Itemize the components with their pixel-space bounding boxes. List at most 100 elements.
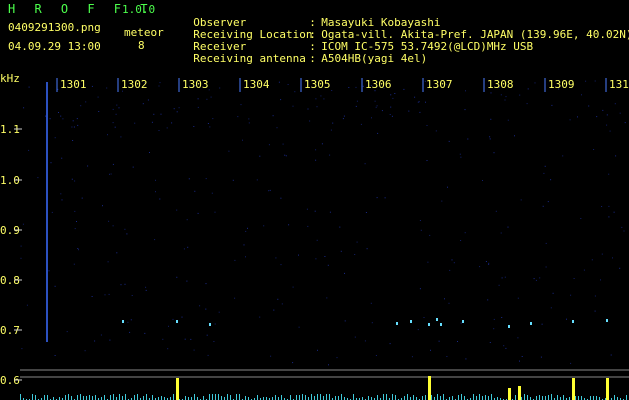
noise-dot — [76, 118, 78, 120]
noise-dot — [500, 232, 502, 234]
time-tick-label: 1308 — [487, 78, 514, 91]
power-bar — [95, 395, 96, 400]
noise-dot — [26, 304, 28, 306]
noise-dot — [315, 149, 317, 151]
noise-dot — [102, 205, 103, 207]
noise-dot — [80, 105, 82, 107]
noise-dot — [390, 94, 392, 96]
noise-dot — [49, 118, 51, 120]
noise-dot — [465, 358, 467, 360]
power-bar — [326, 394, 327, 400]
noise-dot — [248, 118, 250, 120]
noise-dot — [116, 252, 118, 254]
meteor-echo — [530, 322, 532, 325]
power-bar — [476, 396, 477, 400]
power-bar — [320, 394, 321, 400]
noise-dot — [162, 338, 164, 340]
noise-dot — [307, 108, 309, 110]
noise-dot — [120, 136, 122, 138]
noise-dot — [237, 116, 239, 118]
noise-dot — [60, 115, 62, 117]
power-bar — [80, 394, 81, 400]
noise-dot — [438, 340, 440, 342]
power-bar — [590, 396, 591, 400]
noise-dot — [315, 159, 317, 161]
noise-dot — [284, 154, 286, 156]
noise-dot — [489, 138, 491, 140]
noise-dot — [184, 338, 186, 340]
power-bar — [227, 394, 228, 400]
noise-dot — [487, 299, 489, 301]
noise-dot — [245, 256, 246, 258]
noise-dot — [159, 82, 161, 84]
power-bar — [329, 394, 330, 400]
power-bar — [218, 394, 219, 400]
file-name: 0409291300.png — [8, 21, 101, 34]
power-bar — [161, 396, 162, 400]
power-bar — [281, 395, 282, 400]
noise-dot — [504, 99, 506, 101]
noise-dot — [132, 166, 134, 168]
noise-dot — [114, 126, 116, 128]
noise-dot — [259, 155, 261, 157]
power-bar — [353, 394, 354, 400]
noise-dot — [187, 246, 189, 248]
noise-dot — [81, 197, 83, 199]
noise-dot — [176, 276, 178, 278]
noise-dot — [329, 211, 331, 213]
noise-dot — [417, 329, 419, 331]
power-bar — [146, 394, 147, 400]
power-bar — [368, 396, 369, 400]
noise-dot — [280, 197, 282, 199]
noise-dot — [527, 88, 529, 90]
power-bar — [392, 394, 393, 400]
noise-dot — [321, 143, 323, 145]
power-bar — [557, 395, 558, 400]
noise-dot — [51, 211, 53, 213]
noise-dot — [115, 113, 117, 115]
noise-dot — [593, 149, 595, 150]
noise-dot — [71, 178, 73, 180]
noise-dot — [425, 101, 426, 103]
power-bar — [578, 396, 579, 400]
noise-dot — [54, 355, 56, 356]
noise-dot — [517, 297, 519, 299]
noise-dot — [426, 160, 428, 161]
noise-dot — [460, 240, 462, 241]
noise-dot — [21, 348, 23, 350]
noise-dot — [389, 114, 391, 115]
noise-dot — [577, 116, 578, 118]
noise-dot — [619, 112, 621, 114]
noise-dot — [287, 84, 289, 85]
noise-dot — [106, 87, 108, 89]
noise-dot — [423, 317, 425, 318]
time-tick-label: 1301 — [60, 78, 87, 91]
noise-dot — [429, 234, 431, 236]
spectrogram-plot: 1301 1302 1303 1304 1305 1306 1307 1308 1309 1310… — [0, 70, 629, 400]
power-spike — [572, 378, 575, 400]
noise-dot — [73, 126, 75, 128]
time-tick-label: 1307 — [426, 78, 453, 91]
power-bar — [86, 396, 87, 400]
noise-dot — [72, 120, 74, 122]
noise-dot — [448, 140, 450, 142]
noise-dot — [343, 115, 345, 117]
meteor-echo — [462, 320, 464, 323]
noise-dot — [464, 232, 466, 234]
time-tick-label: 1302 — [121, 78, 148, 91]
noise-dot — [234, 259, 236, 261]
info-antenna: Receiving antenna: A504HB(yagi 4el) — [180, 41, 427, 65]
noise-dot — [109, 339, 111, 341]
noise-dot — [91, 85, 93, 87]
noise-dot — [108, 293, 110, 295]
noise-dot — [194, 190, 196, 192]
power-bar — [422, 396, 423, 400]
noise-dot — [403, 88, 405, 90]
noise-dot — [37, 177, 39, 179]
noise-dot — [520, 199, 522, 201]
noise-dot — [362, 85, 364, 87]
noise-dot — [609, 130, 611, 132]
meteor-echo — [209, 323, 211, 326]
meteor-count: 8 — [138, 39, 145, 52]
noise-dot — [61, 157, 63, 159]
